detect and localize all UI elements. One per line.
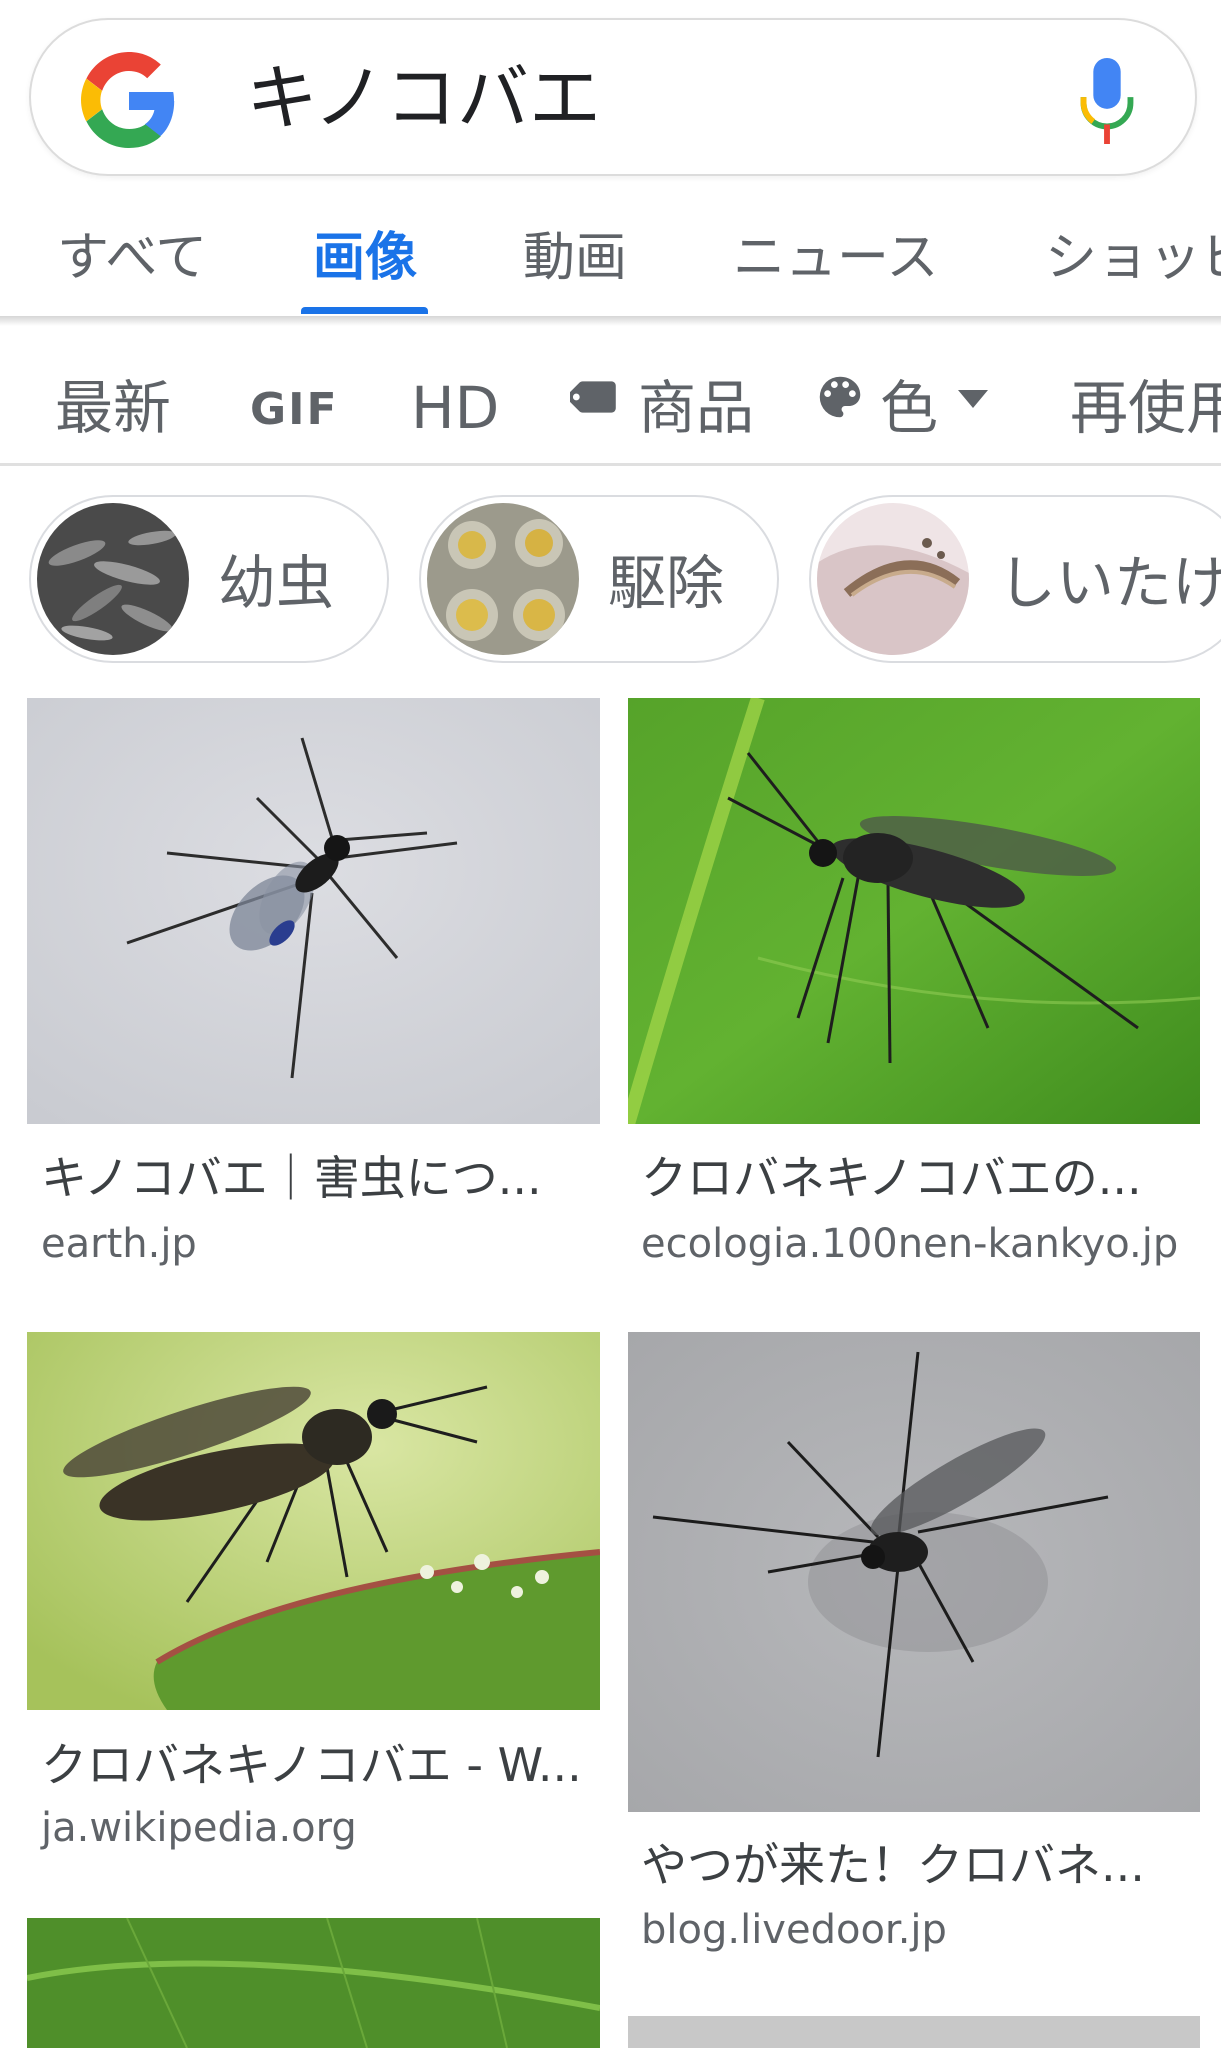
gnat-photo-3 (27, 1332, 600, 1710)
filters-divider (0, 463, 1221, 466)
chip-label: 幼虫 (218, 549, 335, 617)
tab-images[interactable]: 画像 (313, 223, 417, 293)
tab-shopping[interactable]: ショッピ (1045, 223, 1221, 293)
result-image-4[interactable] (628, 1332, 1200, 1812)
filter-hd[interactable]: HD (411, 368, 499, 448)
leaf-photo-partial (27, 1918, 600, 2048)
result-source: earth.jp (41, 1221, 197, 1267)
search-tabs: すべて 画像 動画 ニュース ショッピ (0, 205, 1221, 317)
result-title[interactable]: やつが来た！クロバネ... (641, 1835, 1145, 1895)
result-title[interactable]: クロバネキノコバエの... (641, 1148, 1142, 1208)
related-chip-extermination[interactable]: 駆除 (419, 495, 779, 663)
tab-videos[interactable]: 動画 (523, 223, 627, 293)
active-tab-indicator (301, 307, 428, 314)
filter-products[interactable]: 商品 (638, 368, 754, 448)
tab-news[interactable]: ニュース (733, 223, 938, 293)
microphone-icon[interactable] (1079, 58, 1135, 144)
related-chip-larva[interactable]: 幼虫 (29, 495, 389, 663)
palette-icon (819, 376, 861, 418)
filter-reuse[interactable]: 再使用 (1070, 368, 1221, 448)
tabs-divider (0, 316, 1221, 326)
result-image-6[interactable] (628, 2016, 1200, 2048)
gnat-photo-2 (628, 698, 1200, 1124)
chip-thumbnail (37, 503, 189, 655)
search-input[interactable]: キノコバエ (246, 48, 601, 148)
gnat-photo-1 (27, 698, 600, 1124)
result-source: ecologia.100nen-kankyo.jp (641, 1221, 1179, 1267)
gnat-photo-4 (628, 1332, 1200, 1812)
result-image-1[interactable] (27, 698, 600, 1124)
search-bar[interactable]: キノコバエ (29, 18, 1197, 176)
filter-latest[interactable]: 最新 (55, 368, 171, 448)
chip-thumbnail (817, 503, 969, 655)
result-title[interactable]: キノコバエ｜害虫につ... (41, 1148, 542, 1208)
result-image-5[interactable] (27, 1918, 600, 2048)
filter-color[interactable]: 色 (880, 368, 938, 448)
partial-photo (628, 2016, 1200, 2048)
result-source: blog.livedoor.jp (641, 1907, 947, 1953)
result-title[interactable]: クロバネキノコバエ - W... (41, 1735, 582, 1795)
dropdown-caret-icon (958, 390, 988, 408)
tag-icon (570, 381, 616, 413)
google-logo-icon (81, 52, 175, 148)
chip-label: 駆除 (608, 549, 725, 617)
chip-label: しいたけ (998, 549, 1221, 617)
result-image-3[interactable] (27, 1332, 600, 1710)
chip-thumbnail (427, 503, 579, 655)
related-chip-shiitake[interactable]: しいたけ (809, 495, 1221, 663)
tab-all[interactable]: すべて (57, 223, 207, 293)
result-image-2[interactable] (628, 698, 1200, 1124)
result-source: ja.wikipedia.org (41, 1805, 357, 1851)
filter-gif[interactable]: GIF (250, 370, 339, 450)
